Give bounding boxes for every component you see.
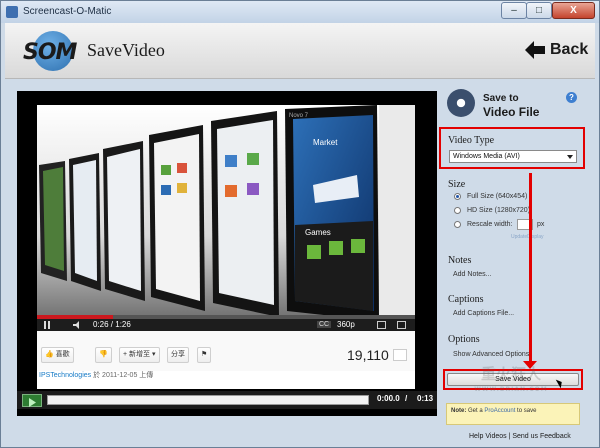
seek-bar[interactable] xyxy=(47,395,369,405)
pro-account-note: Note: Get a ProAccount to save xyxy=(446,403,580,425)
update-display-link[interactable]: UpdateDisplay xyxy=(511,234,544,240)
full-size-label: Full Size (640x454) xyxy=(467,193,528,200)
page-title: SaveVideo xyxy=(87,40,165,60)
pro-account-link[interactable]: ProAccount xyxy=(484,408,515,414)
close-button[interactable]: X xyxy=(552,2,595,19)
app-icon xyxy=(6,6,18,18)
hd-size-radio[interactable] xyxy=(454,207,461,214)
video-frame: Market Games Novo 7 xyxy=(37,105,415,323)
flag-button[interactable]: ⚑ xyxy=(197,347,212,363)
captions-icon[interactable]: CC xyxy=(317,321,332,328)
som-logo: SOM xyxy=(19,31,79,71)
share-button[interactable]: 分享 xyxy=(167,347,189,363)
save-to-label: Save to xyxy=(483,93,519,104)
back-label: Back xyxy=(550,41,589,58)
notes-heading: Notes xyxy=(448,255,472,266)
add-captions-link[interactable]: Add Captions File... xyxy=(453,310,514,317)
maximize-button[interactable]: □ xyxy=(526,2,552,19)
recorded-webpage: Market Games Novo 7 0:26 / 1:26 CC 360p … xyxy=(37,105,415,389)
tablets-image: Market Games Novo 7 xyxy=(37,105,415,323)
send-feedback-link[interactable]: Send us Feedback xyxy=(512,433,570,440)
hd-size-label: HD Size (1280x720) xyxy=(467,207,531,214)
uploader-info: IPSTechnologies 於 2011-12-05 上傳 xyxy=(39,372,154,379)
help-videos-link[interactable]: Help Videos xyxy=(469,433,507,440)
screen-label-market: Market xyxy=(313,138,338,147)
volume-icon[interactable] xyxy=(73,321,83,329)
play-button[interactable] xyxy=(22,394,42,407)
captions-heading: Captions xyxy=(448,294,484,305)
back-button[interactable]: Back xyxy=(523,36,589,64)
theater-icon[interactable] xyxy=(377,321,386,329)
film-reel-icon xyxy=(447,89,475,117)
youtube-time: 0:26 / 1:26 xyxy=(93,320,131,329)
dislike-button[interactable]: 👎 xyxy=(95,347,112,363)
header-bar: SOM SaveVideo Back xyxy=(5,23,595,79)
total-time: 0:13 xyxy=(417,394,434,403)
video-type-select[interactable]: Windows Media (AVI) xyxy=(449,150,577,163)
youtube-controls: 0:26 / 1:26 CC 360p xyxy=(37,319,415,331)
options-heading: Options xyxy=(448,334,480,345)
video-type-heading: Video Type xyxy=(448,135,495,146)
quality-label[interactable]: 360p xyxy=(337,320,355,329)
rescale-radio[interactable] xyxy=(454,221,461,228)
title-bar: Screencast-O-Matic – □ X xyxy=(1,1,599,23)
stats-icon[interactable] xyxy=(393,349,407,361)
playback-bar: 0:00.0 / 0:13 xyxy=(17,391,437,409)
size-heading: Size xyxy=(448,179,466,190)
app-window: Screencast-O-Matic – □ X SOM SaveVideo B… xyxy=(0,0,600,448)
help-icon[interactable]: ? xyxy=(566,92,577,103)
video-file-label: Video File xyxy=(483,105,540,119)
minimize-button[interactable]: – xyxy=(501,2,527,19)
play-icon xyxy=(29,398,36,407)
video-preview: Market Games Novo 7 0:26 / 1:26 CC 360p … xyxy=(17,91,437,416)
add-to-button[interactable]: + 新增至 ▾ xyxy=(119,347,160,363)
watermark: 重火狂人 WWW.BRIAN.COM xyxy=(474,365,548,394)
add-notes-link[interactable]: Add Notes... xyxy=(453,271,492,278)
screen-label-games: Games xyxy=(305,228,331,237)
channel-link[interactable]: IPSTechnologies xyxy=(39,372,91,379)
chevron-down-icon xyxy=(567,155,573,159)
fullscreen-icon[interactable] xyxy=(397,321,406,329)
youtube-actions: 👍 喜歡 👎 + 新增至 ▾ 分享 ⚑ 19,110 xyxy=(37,331,415,371)
current-time: 0:00.0 xyxy=(377,394,400,403)
full-size-radio[interactable] xyxy=(454,193,461,200)
advanced-options-link[interactable]: Show Advanced Options xyxy=(453,351,529,358)
highlight-arrow-line xyxy=(529,173,532,363)
pause-icon[interactable] xyxy=(43,321,51,329)
window-title: Screencast-O-Matic xyxy=(23,6,112,17)
footer-links: Help Videos | Send us Feedback xyxy=(469,433,571,440)
width-unit: px xyxy=(537,221,545,228)
like-button[interactable]: 👍 喜歡 xyxy=(41,347,74,363)
view-count: 19,110 xyxy=(347,347,389,363)
screen-label-novo: Novo 7 xyxy=(289,113,309,119)
back-arrow-icon xyxy=(525,41,545,59)
rescale-label: Rescale width: xyxy=(467,221,513,228)
